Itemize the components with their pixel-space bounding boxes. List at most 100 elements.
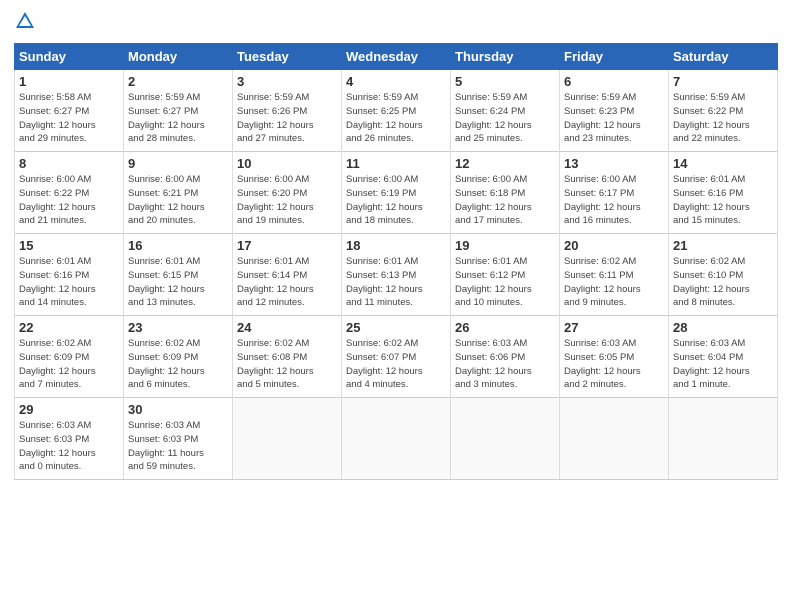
day-info: Sunrise: 5:59 AM Sunset: 6:25 PM Dayligh… [346,91,446,146]
day-number: 16 [128,238,228,253]
calendar-cell: 15 Sunrise: 6:01 AM Sunset: 6:16 PM Dayli… [15,234,124,316]
day-info: Sunrise: 6:03 AM Sunset: 6:03 PM Dayligh… [128,419,228,474]
day-info: Sunrise: 6:00 AM Sunset: 6:20 PM Dayligh… [237,173,337,228]
calendar-cell: 22 Sunrise: 6:02 AM Sunset: 6:09 PM Dayli… [15,316,124,398]
day-info: Sunrise: 6:00 AM Sunset: 6:17 PM Dayligh… [564,173,664,228]
header-saturday: Saturday [669,44,778,70]
calendar-cell: 29 Sunrise: 6:03 AM Sunset: 6:03 PM Dayli… [15,398,124,480]
calendar-cell [560,398,669,480]
day-number: 23 [128,320,228,335]
header-friday: Friday [560,44,669,70]
day-number: 14 [673,156,773,171]
day-info: Sunrise: 6:02 AM Sunset: 6:07 PM Dayligh… [346,337,446,392]
day-info: Sunrise: 6:02 AM Sunset: 6:11 PM Dayligh… [564,255,664,310]
day-number: 12 [455,156,555,171]
day-info: Sunrise: 5:59 AM Sunset: 6:23 PM Dayligh… [564,91,664,146]
calendar-cell: 9 Sunrise: 6:00 AM Sunset: 6:21 PM Daylig… [124,152,233,234]
day-number: 29 [19,402,119,417]
header-wednesday: Wednesday [342,44,451,70]
calendar-cell: 23 Sunrise: 6:02 AM Sunset: 6:09 PM Dayli… [124,316,233,398]
week-row-4: 22 Sunrise: 6:02 AM Sunset: 6:09 PM Dayli… [15,316,778,398]
day-number: 22 [19,320,119,335]
day-number: 30 [128,402,228,417]
day-info: Sunrise: 6:01 AM Sunset: 6:13 PM Dayligh… [346,255,446,310]
page-header [14,10,778,37]
calendar-cell: 8Sunrise: 6:00 AM Sunset: 6:22 PM Daylig… [15,152,124,234]
day-info: Sunrise: 6:01 AM Sunset: 6:14 PM Dayligh… [237,255,337,310]
day-number: 24 [237,320,337,335]
week-row-1: 1Sunrise: 5:58 AM Sunset: 6:27 PM Daylig… [15,70,778,152]
calendar-cell: 16 Sunrise: 6:01 AM Sunset: 6:15 PM Dayli… [124,234,233,316]
day-info: Sunrise: 6:03 AM Sunset: 6:06 PM Dayligh… [455,337,555,392]
day-number: 21 [673,238,773,253]
calendar-cell: 28 Sunrise: 6:03 AM Sunset: 6:04 PM Dayli… [669,316,778,398]
day-info: Sunrise: 6:02 AM Sunset: 6:08 PM Dayligh… [237,337,337,392]
day-number: 15 [19,238,119,253]
day-info: Sunrise: 5:59 AM Sunset: 6:24 PM Dayligh… [455,91,555,146]
week-row-5: 29 Sunrise: 6:03 AM Sunset: 6:03 PM Dayli… [15,398,778,480]
calendar-header-row: SundayMondayTuesdayWednesdayThursdayFrid… [15,44,778,70]
day-info: Sunrise: 6:02 AM Sunset: 6:10 PM Dayligh… [673,255,773,310]
calendar-cell: 7Sunrise: 5:59 AM Sunset: 6:22 PM Daylig… [669,70,778,152]
day-number: 7 [673,74,773,89]
day-number: 2 [128,74,228,89]
day-info: Sunrise: 6:00 AM Sunset: 6:22 PM Dayligh… [19,173,119,228]
day-number: 11 [346,156,446,171]
day-info: Sunrise: 6:03 AM Sunset: 6:03 PM Dayligh… [19,419,119,474]
calendar-cell: 30 Sunrise: 6:03 AM Sunset: 6:03 PM Dayli… [124,398,233,480]
calendar-cell: 24 Sunrise: 6:02 AM Sunset: 6:08 PM Dayli… [233,316,342,398]
day-info: Sunrise: 5:59 AM Sunset: 6:26 PM Dayligh… [237,91,337,146]
day-info: Sunrise: 6:02 AM Sunset: 6:09 PM Dayligh… [128,337,228,392]
day-number: 18 [346,238,446,253]
calendar-cell: 1Sunrise: 5:58 AM Sunset: 6:27 PM Daylig… [15,70,124,152]
day-number: 28 [673,320,773,335]
day-number: 26 [455,320,555,335]
calendar-cell [451,398,560,480]
day-number: 5 [455,74,555,89]
calendar-cell: 12 Sunrise: 6:00 AM Sunset: 6:18 PM Dayli… [451,152,560,234]
header-sunday: Sunday [15,44,124,70]
day-info: Sunrise: 6:00 AM Sunset: 6:19 PM Dayligh… [346,173,446,228]
day-info: Sunrise: 6:01 AM Sunset: 6:16 PM Dayligh… [19,255,119,310]
day-number: 13 [564,156,664,171]
calendar-cell: 27 Sunrise: 6:03 AM Sunset: 6:05 PM Dayli… [560,316,669,398]
day-info: Sunrise: 6:03 AM Sunset: 6:05 PM Dayligh… [564,337,664,392]
week-row-3: 15 Sunrise: 6:01 AM Sunset: 6:16 PM Dayli… [15,234,778,316]
day-info: Sunrise: 6:01 AM Sunset: 6:16 PM Dayligh… [673,173,773,228]
day-info: Sunrise: 6:01 AM Sunset: 6:15 PM Dayligh… [128,255,228,310]
day-number: 3 [237,74,337,89]
calendar-cell: 20 Sunrise: 6:02 AM Sunset: 6:11 PM Dayli… [560,234,669,316]
logo-icon [14,10,36,37]
calendar-cell: 21 Sunrise: 6:02 AM Sunset: 6:10 PM Dayli… [669,234,778,316]
day-info: Sunrise: 6:03 AM Sunset: 6:04 PM Dayligh… [673,337,773,392]
calendar-cell: 5 Sunrise: 5:59 AM Sunset: 6:24 PM Daylig… [451,70,560,152]
day-number: 9 [128,156,228,171]
day-number: 27 [564,320,664,335]
day-number: 20 [564,238,664,253]
week-row-2: 8Sunrise: 6:00 AM Sunset: 6:22 PM Daylig… [15,152,778,234]
day-info: Sunrise: 5:58 AM Sunset: 6:27 PM Dayligh… [19,91,119,146]
day-number: 19 [455,238,555,253]
day-number: 6 [564,74,664,89]
calendar-cell: 18 Sunrise: 6:01 AM Sunset: 6:13 PM Dayli… [342,234,451,316]
day-number: 4 [346,74,446,89]
calendar-cell: 4 Sunrise: 5:59 AM Sunset: 6:25 PM Daylig… [342,70,451,152]
calendar-cell [233,398,342,480]
calendar-cell: 13 Sunrise: 6:00 AM Sunset: 6:17 PM Dayli… [560,152,669,234]
calendar-cell: 2 Sunrise: 5:59 AM Sunset: 6:27 PM Daylig… [124,70,233,152]
calendar-table: SundayMondayTuesdayWednesdayThursdayFrid… [14,43,778,480]
calendar-cell [342,398,451,480]
day-info: Sunrise: 6:00 AM Sunset: 6:21 PM Dayligh… [128,173,228,228]
day-info: Sunrise: 6:02 AM Sunset: 6:09 PM Dayligh… [19,337,119,392]
calendar-cell: 11 Sunrise: 6:00 AM Sunset: 6:19 PM Dayli… [342,152,451,234]
calendar-cell: 10 Sunrise: 6:00 AM Sunset: 6:20 PM Dayli… [233,152,342,234]
day-info: Sunrise: 5:59 AM Sunset: 6:27 PM Dayligh… [128,91,228,146]
day-info: Sunrise: 6:00 AM Sunset: 6:18 PM Dayligh… [455,173,555,228]
header-thursday: Thursday [451,44,560,70]
day-number: 10 [237,156,337,171]
logo [14,10,38,37]
calendar-cell: 26 Sunrise: 6:03 AM Sunset: 6:06 PM Dayli… [451,316,560,398]
header-monday: Monday [124,44,233,70]
calendar-cell [669,398,778,480]
calendar-cell: 3 Sunrise: 5:59 AM Sunset: 6:26 PM Daylig… [233,70,342,152]
